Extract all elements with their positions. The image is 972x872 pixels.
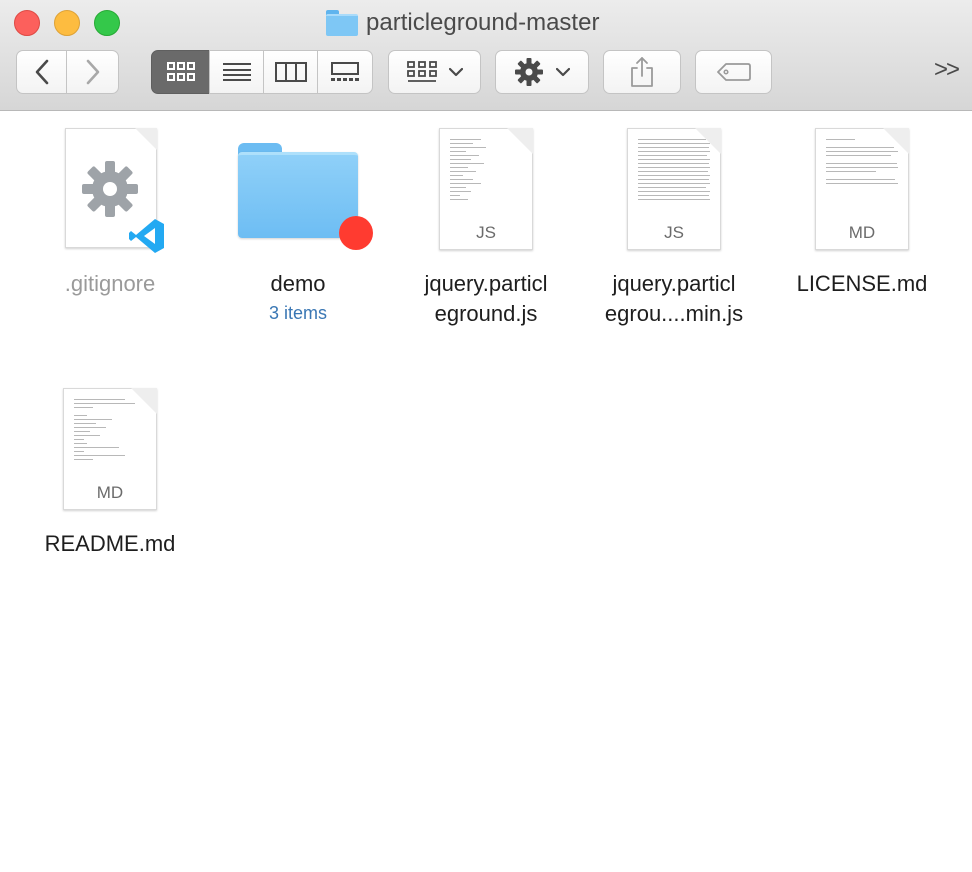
share-button[interactable] [603, 50, 681, 94]
chevron-left-icon [35, 59, 48, 85]
file-name: README.md [44, 531, 176, 556]
chevron-down-icon [556, 67, 570, 77]
chevron-right-icon [86, 59, 99, 85]
gear-icon [515, 58, 543, 86]
file-extension-label: MD [96, 483, 124, 502]
tag-icon [716, 63, 751, 81]
forward-button[interactable] [66, 50, 119, 94]
file-item-license-md[interactable]: MD LICENSE.md [772, 126, 952, 306]
file-extension-label: JS [664, 223, 684, 242]
file-name-line-2: eground.js [434, 301, 538, 326]
tag-button[interactable] [695, 50, 772, 94]
file-name-line-1: jquery.particl [612, 271, 736, 296]
gallery-view-button[interactable] [317, 50, 373, 94]
file-name-line-1: jquery.particl [424, 271, 548, 296]
group-by-icon [406, 61, 437, 82]
action-menu-button[interactable] [495, 50, 589, 94]
file-extension-label: JS [476, 223, 496, 242]
minimize-window-button[interactable] [54, 10, 80, 36]
file-name: demo [270, 271, 326, 296]
item-count: 3 items [268, 303, 328, 323]
icon-view-icon [166, 62, 195, 81]
md-document-icon: MD [63, 388, 157, 510]
js-document-icon: JS [627, 128, 721, 250]
file-name-line-2: egrou....min.js [604, 301, 744, 326]
file-item-gitignore[interactable]: .gitignore [20, 126, 200, 306]
group-by-button[interactable] [388, 50, 481, 94]
file-name: LICENSE.md [796, 271, 928, 296]
red-tag-dot [339, 216, 373, 250]
list-view-button[interactable] [209, 50, 264, 94]
file-extension-label: MD [848, 223, 876, 242]
file-name: .gitignore [64, 271, 156, 296]
chevron-down-icon [448, 67, 463, 77]
back-button[interactable] [16, 50, 67, 94]
icon-view-button[interactable] [151, 50, 210, 94]
share-icon [631, 57, 653, 87]
close-window-button[interactable] [14, 10, 40, 36]
js-document-icon: JS [439, 128, 533, 250]
column-view-icon [274, 62, 307, 82]
file-item-jquery-particleground-js[interactable]: JS jquery.particl eground.js [396, 126, 576, 336]
finder-window: particleground-master >> .gitignore demo… [0, 0, 972, 872]
toolbar: particleground-master >> [0, 0, 972, 111]
list-view-icon [222, 63, 251, 81]
toolbar-overflow-button[interactable]: >> [934, 56, 960, 84]
gallery-view-icon [331, 62, 359, 81]
md-document-icon: MD [815, 128, 909, 250]
folder-icon [326, 10, 358, 36]
settings-file-icon [65, 128, 164, 253]
gear-icon [82, 161, 138, 217]
vscode-icon [129, 219, 164, 253]
file-item-readme-md[interactable]: MD README.md [20, 386, 200, 566]
zoom-window-button[interactable] [94, 10, 120, 36]
file-item-jquery-particleground-min-js[interactable]: JS jquery.particl egrou....min.js [584, 126, 764, 336]
column-view-button[interactable] [263, 50, 318, 94]
window-title: particleground-master [326, 6, 599, 40]
file-item-demo[interactable]: demo 3 items [208, 126, 388, 336]
window-title-text: particleground-master [366, 9, 600, 36]
